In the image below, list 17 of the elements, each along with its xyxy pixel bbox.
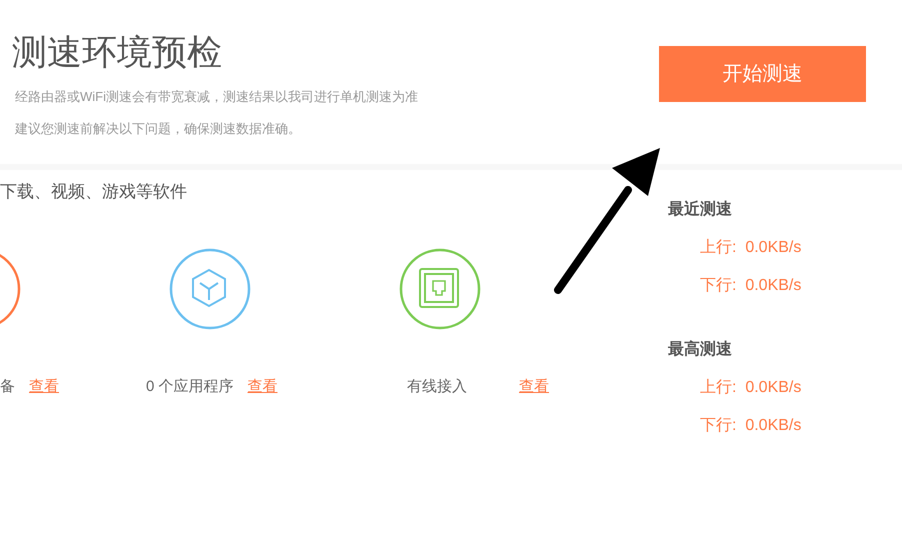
view-link[interactable]: 查看: [29, 376, 59, 398]
notice-text: 经路由器或WiFi测速会有带宽衰减，测速结果以我司进行单机测速为准: [14, 88, 418, 106]
check-label: 0 个应用程序: [146, 377, 234, 397]
start-test-button[interactable]: 开始测速: [659, 46, 866, 102]
check-label: 有线接入: [407, 377, 467, 397]
speed-reading: 下行: 0.0KB/s: [699, 276, 802, 296]
tip-text: 下载、视频、游戏等软件: [0, 181, 188, 203]
view-link[interactable]: 查看: [519, 376, 549, 398]
stats-title: 最近测速: [668, 199, 733, 220]
speed-reading: 上行: 0.0KB/s: [699, 378, 802, 398]
notice-text: 建议您测速前解决以下问题，确保测速数据准确。: [14, 120, 302, 138]
view-link[interactable]: 查看: [248, 376, 278, 398]
speed-reading: 上行: 0.0KB/s: [699, 238, 802, 258]
speed-reading: 下行: 0.0KB/s: [699, 416, 802, 436]
page-title: 测速环境预检: [12, 32, 223, 75]
check-label: 备: [0, 377, 15, 397]
stats-title: 最高测速: [668, 339, 733, 360]
